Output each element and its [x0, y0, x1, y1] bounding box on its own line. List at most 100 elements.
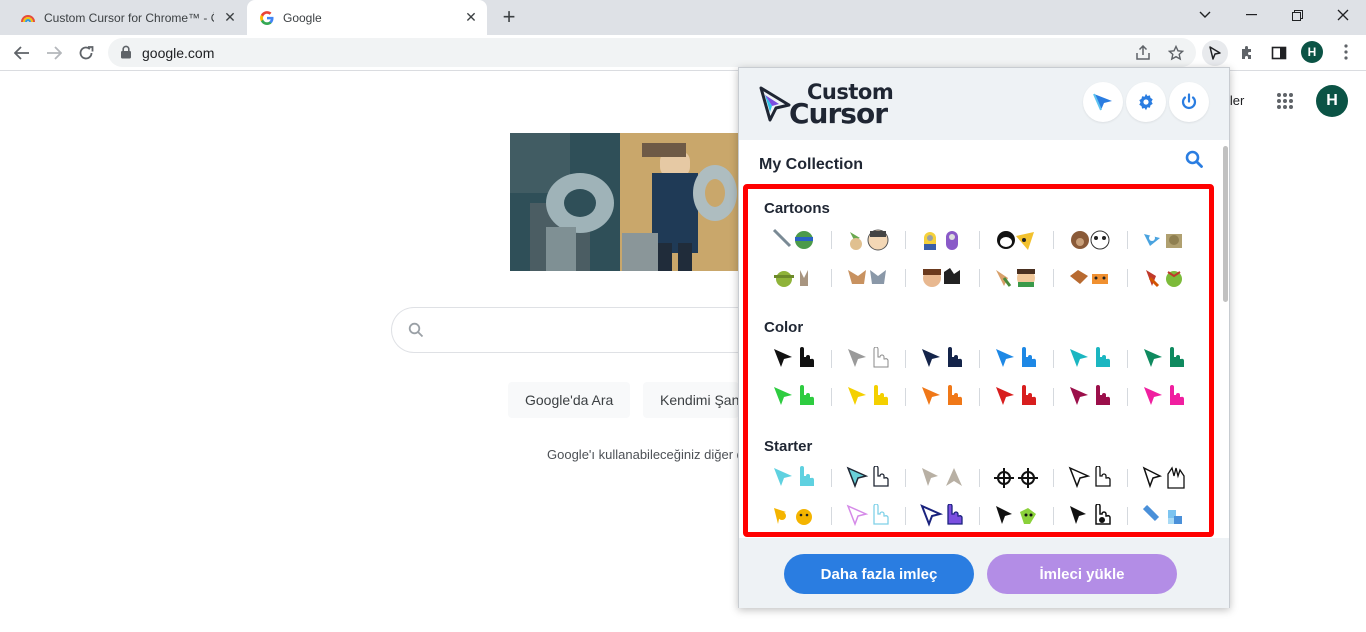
cursor-pack[interactable] — [979, 382, 1053, 412]
custom-cursor-extension-icon[interactable] — [1202, 40, 1228, 66]
back-button[interactable] — [9, 40, 35, 66]
chrome-menu-icon[interactable] — [1344, 44, 1348, 60]
reload-button[interactable] — [73, 40, 99, 66]
cursor-pack[interactable] — [757, 225, 831, 255]
collection-search-icon[interactable] — [1185, 150, 1203, 173]
share-icon[interactable] — [1134, 44, 1152, 62]
reload-icon — [79, 46, 94, 60]
custom-cursor-logo: Custom Cursor — [759, 80, 899, 130]
back-arrow-icon — [14, 46, 29, 60]
cursor-pack[interactable] — [905, 225, 979, 255]
google-favicon-icon — [259, 10, 275, 26]
collection-scrollbar[interactable] — [1223, 146, 1228, 302]
cursor-pack[interactable] — [831, 501, 905, 531]
cursor-pack[interactable] — [757, 344, 831, 374]
cursor-pack[interactable] — [1053, 225, 1127, 255]
cursor-pack[interactable] — [831, 382, 905, 412]
cursor-pack[interactable] — [979, 225, 1053, 255]
cursor-pack[interactable] — [979, 263, 1053, 293]
forward-arrow-icon — [47, 46, 62, 60]
cursor-pack[interactable] — [905, 344, 979, 374]
cursor-pack[interactable] — [1053, 263, 1127, 293]
cursor-mode-button[interactable] — [1083, 82, 1123, 122]
tab-strip: Custom Cursor for Chrome™ - Ö ✕ Google ✕… — [0, 0, 1366, 35]
minimize-button[interactable] — [1228, 0, 1274, 30]
bookmark-star-icon[interactable] — [1167, 44, 1185, 62]
cursor-pack[interactable] — [905, 463, 979, 493]
google-doodle[interactable] — [510, 133, 738, 271]
logo-word-cursor: Cursor — [789, 97, 888, 130]
starter-row-1 — [757, 463, 1201, 493]
cursor-arrow-icon — [1093, 93, 1112, 111]
cursor-pack[interactable] — [757, 382, 831, 412]
cursor-pack[interactable] — [1053, 344, 1127, 374]
address-bar[interactable]: google.com — [108, 38, 1196, 67]
profile-avatar[interactable]: H — [1301, 41, 1323, 63]
logo-arrow-icon — [759, 86, 791, 122]
cursor-pack[interactable] — [831, 263, 905, 293]
cursor-pack[interactable] — [1127, 463, 1201, 493]
cursor-pack[interactable] — [1127, 382, 1201, 412]
collection-title: My Collection — [759, 156, 864, 173]
extensions-puzzle-icon[interactable] — [1234, 40, 1260, 66]
cartoons-row-2 — [757, 263, 1201, 293]
starter-row-2 — [757, 501, 1201, 531]
category-title-cartoons: Cartoons — [764, 200, 830, 217]
search-icon — [408, 322, 424, 343]
google-search-input[interactable] — [391, 307, 771, 353]
cursor-pack[interactable] — [831, 344, 905, 374]
forward-button[interactable] — [41, 40, 67, 66]
settings-button[interactable] — [1126, 82, 1166, 122]
browser-toolbar: google.com H — [0, 35, 1366, 71]
upload-cursor-button[interactable]: İmleci yükle — [987, 554, 1177, 594]
close-window-button[interactable] — [1320, 0, 1366, 30]
more-cursors-button[interactable]: Daha fazla imleç — [784, 554, 974, 594]
cursor-pack[interactable] — [831, 463, 905, 493]
tab-search-icon[interactable] — [1182, 0, 1228, 30]
cursor-pack[interactable] — [831, 225, 905, 255]
close-tab-icon[interactable]: ✕ — [463, 9, 479, 25]
power-button[interactable] — [1169, 82, 1209, 122]
side-panel-icon[interactable] — [1266, 40, 1292, 66]
restore-button[interactable] — [1274, 0, 1320, 30]
cursor-pack[interactable] — [1127, 344, 1201, 374]
category-title-starter: Starter — [764, 438, 813, 455]
cartoons-row-1 — [757, 225, 1201, 255]
custom-cursor-popup: Custom Cursor My Collection Cartoons Col… — [738, 67, 1230, 608]
gear-icon — [1139, 93, 1153, 111]
power-icon — [1181, 93, 1197, 109]
new-tab-button[interactable]: + — [498, 6, 520, 28]
google-apps-icon[interactable] — [1276, 92, 1294, 110]
google-search-button[interactable]: Google'da Ara — [508, 382, 631, 418]
cursor-pack[interactable] — [1053, 382, 1127, 412]
language-offer-text: Google'ı kullanabileceğiniz diğer d — [547, 447, 744, 462]
cursor-pack[interactable] — [1127, 263, 1201, 293]
color-row-1 — [757, 344, 1201, 374]
cursor-pack[interactable] — [1127, 225, 1201, 255]
cursor-collection-highlight: Cartoons Color Starter — [743, 184, 1214, 537]
cursor-pack[interactable] — [1053, 501, 1127, 531]
cursor-pack[interactable] — [979, 463, 1053, 493]
close-tab-icon[interactable]: ✕ — [222, 9, 238, 25]
cursor-pack[interactable] — [905, 263, 979, 293]
color-row-2 — [757, 382, 1201, 412]
cursor-pack[interactable] — [905, 382, 979, 412]
cursor-pack[interactable] — [979, 501, 1053, 531]
popup-footer: Daha fazla imleç İmleci yükle — [739, 538, 1229, 608]
tab-google[interactable]: Google ✕ — [247, 0, 487, 35]
url-text: google.com — [142, 45, 215, 61]
google-account-avatar[interactable]: H — [1316, 85, 1348, 117]
lock-icon[interactable] — [120, 45, 132, 64]
feeling-lucky-button[interactable]: Kendimi Şan — [643, 382, 739, 418]
tab-custom-cursor[interactable]: Custom Cursor for Chrome™ - Ö ✕ — [8, 0, 246, 35]
cursor-pack[interactable] — [1053, 463, 1127, 493]
cursor-pack[interactable] — [757, 463, 831, 493]
tab-title: Custom Cursor for Chrome™ - Ö — [44, 10, 214, 25]
cursor-pack[interactable] — [1127, 501, 1201, 531]
cursor-pack[interactable] — [757, 501, 831, 531]
category-title-color: Color — [764, 319, 804, 336]
rainbow-favicon-icon — [20, 10, 36, 26]
cursor-pack[interactable] — [905, 501, 979, 531]
cursor-pack[interactable] — [757, 263, 831, 293]
cursor-pack[interactable] — [979, 344, 1053, 374]
